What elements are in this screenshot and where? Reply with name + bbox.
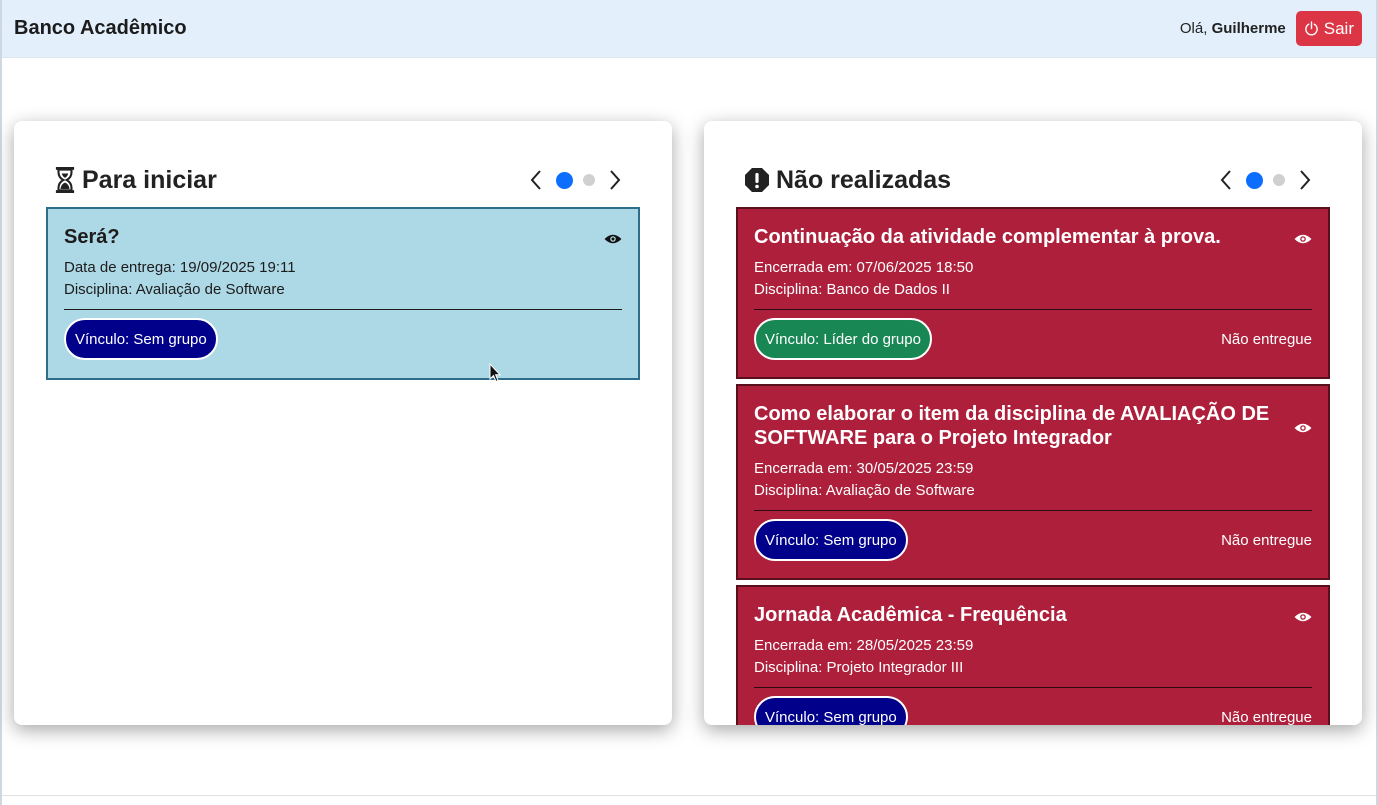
mouse-cursor-icon xyxy=(489,363,501,383)
chevron-right-icon xyxy=(610,170,621,190)
hourglass-icon xyxy=(55,167,75,193)
bond-badge[interactable]: Vínculo: Sem grupo xyxy=(754,696,908,725)
panel-title: Para iniciar xyxy=(54,166,217,195)
eye-icon[interactable] xyxy=(1294,233,1312,245)
chevron-right-icon xyxy=(1300,170,1311,190)
discipline: Disciplina: Banco de Dados II xyxy=(754,281,950,298)
activity-card[interactable]: Como elaborar o item da disciplina de AV… xyxy=(736,384,1330,580)
card-title: Como elaborar o item da disciplina de AV… xyxy=(754,403,1270,449)
status-label: Não entregue xyxy=(1221,708,1312,726)
card-title: Continuação da atividade complementar à … xyxy=(754,226,1221,248)
user-name: Guilherme xyxy=(1211,20,1286,37)
panel-header: Não realizadas xyxy=(744,165,1322,195)
activity-card[interactable]: Será? Data de entrega: 19/09/2025 19:11 … xyxy=(46,207,640,380)
closed-date: Encerrada em: 28/05/2025 23:59 xyxy=(754,637,974,654)
panel-not-done: Não realizadas Continuação da atividade … xyxy=(704,121,1362,725)
carousel-dot-1[interactable] xyxy=(556,171,573,189)
activity-card[interactable]: Continuação da atividade complementar à … xyxy=(736,207,1330,379)
greeting-prefix: Olá, xyxy=(1179,20,1212,37)
brand-title[interactable]: Banco Acadêmico xyxy=(14,17,187,40)
status-label: Não entregue xyxy=(1221,330,1312,348)
panel-title: Não realizadas xyxy=(744,166,951,195)
panel-title-text: Para iniciar xyxy=(82,165,217,194)
next-arrow[interactable] xyxy=(1290,165,1320,195)
exclamation-octagon-icon xyxy=(745,168,769,192)
carousel-pager xyxy=(1211,165,1320,195)
eye-icon[interactable] xyxy=(1294,611,1312,623)
top-navbar: Banco Acadêmico Olá, Guilherme Sair xyxy=(2,0,1376,58)
eye-icon[interactable] xyxy=(604,233,622,245)
prev-arrow[interactable] xyxy=(1211,165,1241,195)
bond-badge[interactable]: Vínculo: Sem grupo xyxy=(64,318,218,360)
chevron-left-icon xyxy=(530,170,541,190)
activity-card[interactable]: Jornada Acadêmica - Frequência Encerrada… xyxy=(736,585,1330,725)
user-greeting: Olá, Guilherme xyxy=(1180,20,1286,37)
discipline: Disciplina: Avaliação de Software xyxy=(754,482,975,499)
logout-button[interactable]: Sair xyxy=(1295,11,1362,46)
bond-badge[interactable]: Vínculo: Sem grupo xyxy=(754,519,908,561)
closed-date: Encerrada em: 30/05/2025 23:59 xyxy=(754,460,974,477)
closed-date: Encerrada em: 07/06/2025 18:50 xyxy=(754,259,974,276)
prev-arrow[interactable] xyxy=(521,165,551,195)
logout-label: Sair xyxy=(1323,18,1354,38)
panel-header: Para iniciar xyxy=(54,165,632,195)
panel-to-start: Para iniciar Será? Data de entrega: 19/0… xyxy=(14,121,672,725)
carousel-dot-2[interactable] xyxy=(583,174,595,186)
next-arrow[interactable] xyxy=(600,165,630,195)
eye-icon[interactable] xyxy=(1294,422,1312,434)
carousel-dot-2[interactable] xyxy=(1273,174,1285,186)
card-title: Jornada Acadêmica - Frequência xyxy=(754,604,1067,626)
panel-title-text: Não realizadas xyxy=(776,165,952,194)
power-icon xyxy=(1304,21,1318,36)
carousel-pager xyxy=(521,165,630,195)
discipline: Disciplina: Projeto Integrador III xyxy=(754,659,964,676)
status-label: Não entregue xyxy=(1221,531,1312,549)
chevron-left-icon xyxy=(1220,170,1231,190)
bond-badge[interactable]: Vínculo: Líder do grupo xyxy=(754,318,932,360)
user-area: Olá, Guilherme Sair xyxy=(1180,11,1362,46)
due-date: Data de entrega: 19/09/2025 19:11 xyxy=(64,259,296,276)
card-title: Será? xyxy=(64,226,120,248)
discipline: Disciplina: Avaliação de Software xyxy=(64,281,285,298)
card-list: Continuação da atividade complementar à … xyxy=(736,207,1330,725)
card-list: Será? Data de entrega: 19/09/2025 19:11 … xyxy=(46,207,640,385)
carousel-dot-1[interactable] xyxy=(1246,171,1263,189)
footer-divider xyxy=(2,795,1376,796)
